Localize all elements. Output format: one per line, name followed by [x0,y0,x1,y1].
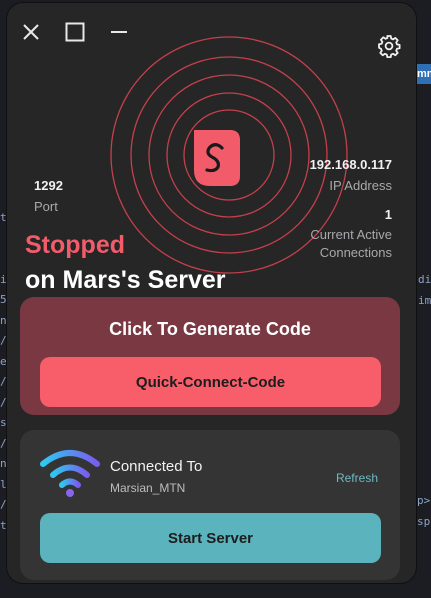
background-code-right-2: p> sp [417,494,431,528]
background-code-right: diima [418,273,431,307]
network-name: Marsian_MTN [110,481,186,495]
port-value: 1292 [34,178,63,193]
connections-label-line1: Current Active [310,227,392,242]
background-tab-chip: mm [414,64,431,84]
wifi-icon [40,450,100,497]
server-status: Stopped [25,231,125,259]
port-label: Port [34,199,58,214]
generate-code-title: Click To Generate Code [109,319,311,339]
close-icon [23,24,39,40]
start-server-button[interactable]: Start Server [40,513,381,563]
quick-connect-card: Click To Generate Code Quick-Connect-Cod… [20,297,400,415]
connections-stat: 1 Current Active Connections [310,207,392,262]
ip-value: 192.168.0.117 [309,157,392,172]
ip-label: IP Address [329,178,392,193]
connections-value: 1 [384,207,392,222]
maximize-button[interactable] [64,21,86,43]
connected-to-label: Connected To [110,458,203,475]
close-button[interactable] [20,21,42,43]
ip-stat: 192.168.0.117 IP Address [310,157,392,193]
app-logo-icon [194,130,240,186]
settings-button[interactable] [376,33,402,59]
refresh-link[interactable]: Refresh [336,471,378,485]
network-card: Connected To Marsian_MTN Refresh Start S… [20,430,400,580]
connections-label: Current Active Connections [310,226,392,262]
app-window: 1292 Port 192.168.0.117 IP Address 1 Cur… [7,3,416,583]
quick-connect-code-button[interactable]: Quick-Connect-Code [40,357,381,407]
gear-icon [378,35,401,58]
server-name-line: on Mars's Server [25,266,226,294]
connections-label-line2: Connections [319,245,392,260]
maximize-icon [65,22,85,42]
port-stat: 1292 Port [34,178,63,214]
background-code-left: t i 5 n / e / / s / n l / t [0,211,7,532]
